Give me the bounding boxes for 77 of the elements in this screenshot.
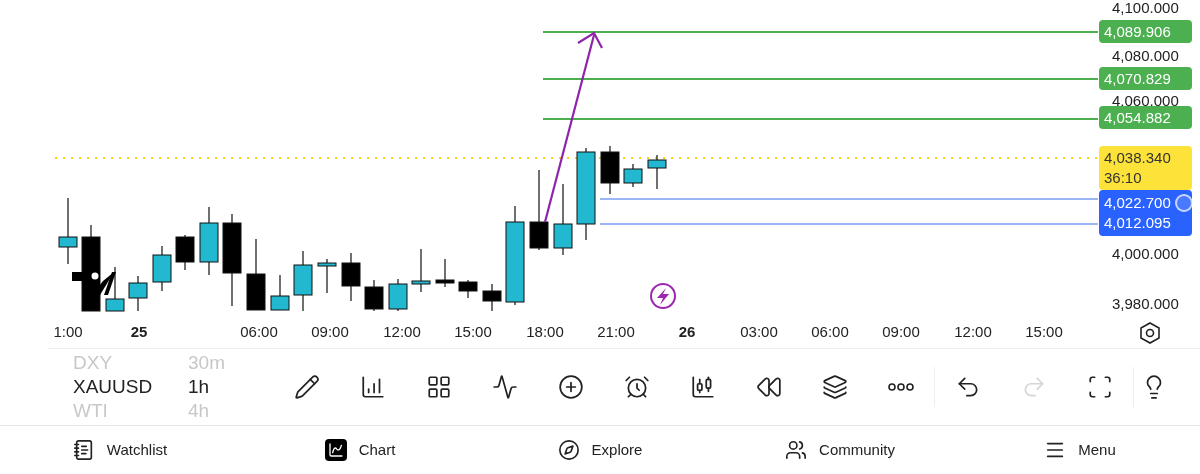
nav-item[interactable]: Watchlist (0, 426, 240, 474)
nav-item[interactable]: Chart (240, 426, 480, 474)
price-value: 4,022.700 (1104, 193, 1171, 213)
symbol-name: XAUUSD (73, 374, 154, 399)
candle (647, 154, 667, 190)
price-label: 4,100.000 (1112, 0, 1179, 17)
chart-icon (324, 439, 347, 461)
candle (435, 258, 455, 288)
time-label: 12:00 (383, 323, 421, 341)
candle (152, 245, 172, 292)
nav-label: Chart (358, 439, 396, 460)
candle (105, 266, 125, 312)
time-label: 06:00 (240, 323, 278, 341)
time-label: 15:00 (454, 323, 492, 341)
candle (199, 206, 219, 276)
fullscreen-icon (1087, 374, 1113, 400)
nav-item[interactable]: Explore (480, 426, 720, 474)
alarm-icon (624, 374, 650, 400)
price-value: 36:10 (1104, 168, 1142, 188)
time-label: 06:00 (811, 323, 849, 341)
candle (482, 283, 502, 312)
time-label: 09:00 (882, 323, 920, 341)
price-value: 4,070.829 (1104, 68, 1171, 89)
price-value: 4,054.882 (1104, 107, 1171, 128)
price-label: 3,980.000 (1112, 295, 1179, 313)
candlestick-icon (690, 374, 716, 400)
candle (341, 252, 361, 302)
candle (293, 250, 313, 312)
drag-handle[interactable] (1175, 194, 1193, 212)
time-label: 09:00 (311, 323, 349, 341)
lightning-icon[interactable] (650, 283, 676, 309)
candle (270, 274, 290, 311)
candle (128, 275, 148, 312)
candle (388, 278, 408, 312)
symbol-interval: 1h (188, 374, 210, 399)
nav-label: Community (819, 439, 895, 460)
candle (623, 163, 643, 188)
people-icon (785, 439, 808, 461)
candle (317, 258, 337, 294)
time-label: 12:00 (954, 323, 992, 341)
more-icon (888, 383, 914, 391)
layers-icon (822, 374, 848, 400)
nav-label: Menu (1078, 439, 1116, 460)
time-label: 03:00 (740, 323, 778, 341)
candle (175, 234, 195, 271)
pencil-icon (294, 374, 320, 400)
indicators-icon (360, 374, 386, 400)
zigzag-icon (492, 374, 518, 400)
price-label: 4,080.000 (1112, 47, 1179, 65)
settings-icon[interactable] (1140, 322, 1160, 344)
nav-label: Watchlist (106, 439, 168, 460)
time-label: 25 (130, 323, 148, 341)
nav-label: Explore (591, 439, 643, 460)
time-label: 1:00 (53, 323, 83, 341)
price-value: 4,089.906 (1104, 21, 1171, 42)
add-icon (558, 374, 584, 400)
candle (458, 279, 478, 299)
time-label: 18:00 (526, 323, 564, 341)
candle (600, 145, 620, 195)
candle (411, 248, 431, 293)
compass-icon (557, 439, 580, 461)
price-label: 4,000.000 (1112, 245, 1179, 263)
time-label: 26 (678, 323, 696, 341)
price-label: 4,060.000 (1112, 92, 1179, 110)
candle (58, 197, 78, 265)
rewind-icon (756, 374, 782, 400)
nav-item[interactable]: Menu (960, 426, 1200, 474)
price-value: 4,038.340 (1104, 148, 1171, 168)
time-label: 15:00 (1025, 323, 1063, 341)
time-label: 21:00 (597, 323, 635, 341)
nav-item[interactable]: Community (720, 426, 960, 474)
symbol-item[interactable]: XAUUSD 1h (73, 375, 274, 399)
list-icon (72, 439, 95, 461)
grid-icon (426, 374, 452, 400)
price-value: 4,012.095 (1104, 213, 1171, 233)
logo-icon (72, 272, 116, 295)
candle (364, 279, 384, 312)
